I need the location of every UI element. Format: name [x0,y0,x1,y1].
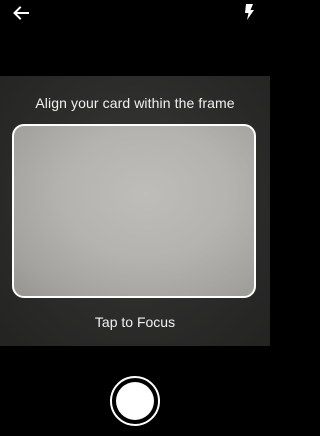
flash-icon [245,4,254,20]
bottom-bar [0,346,270,436]
back-button[interactable] [8,2,34,24]
arrow-left-icon [13,6,29,20]
camera-viewfinder[interactable]: Align your card within the frame Tap to … [0,76,270,346]
instruction-text: Align your card within the frame [35,95,235,111]
card-scanner-screen: Align your card within the frame Tap to … [0,0,270,436]
top-bar [0,0,270,76]
flash-button[interactable] [238,1,260,23]
shutter-circle-icon [116,382,154,420]
shutter-button[interactable] [110,376,160,426]
tap-to-focus-label[interactable]: Tap to Focus [0,314,270,330]
card-frame [12,124,256,298]
